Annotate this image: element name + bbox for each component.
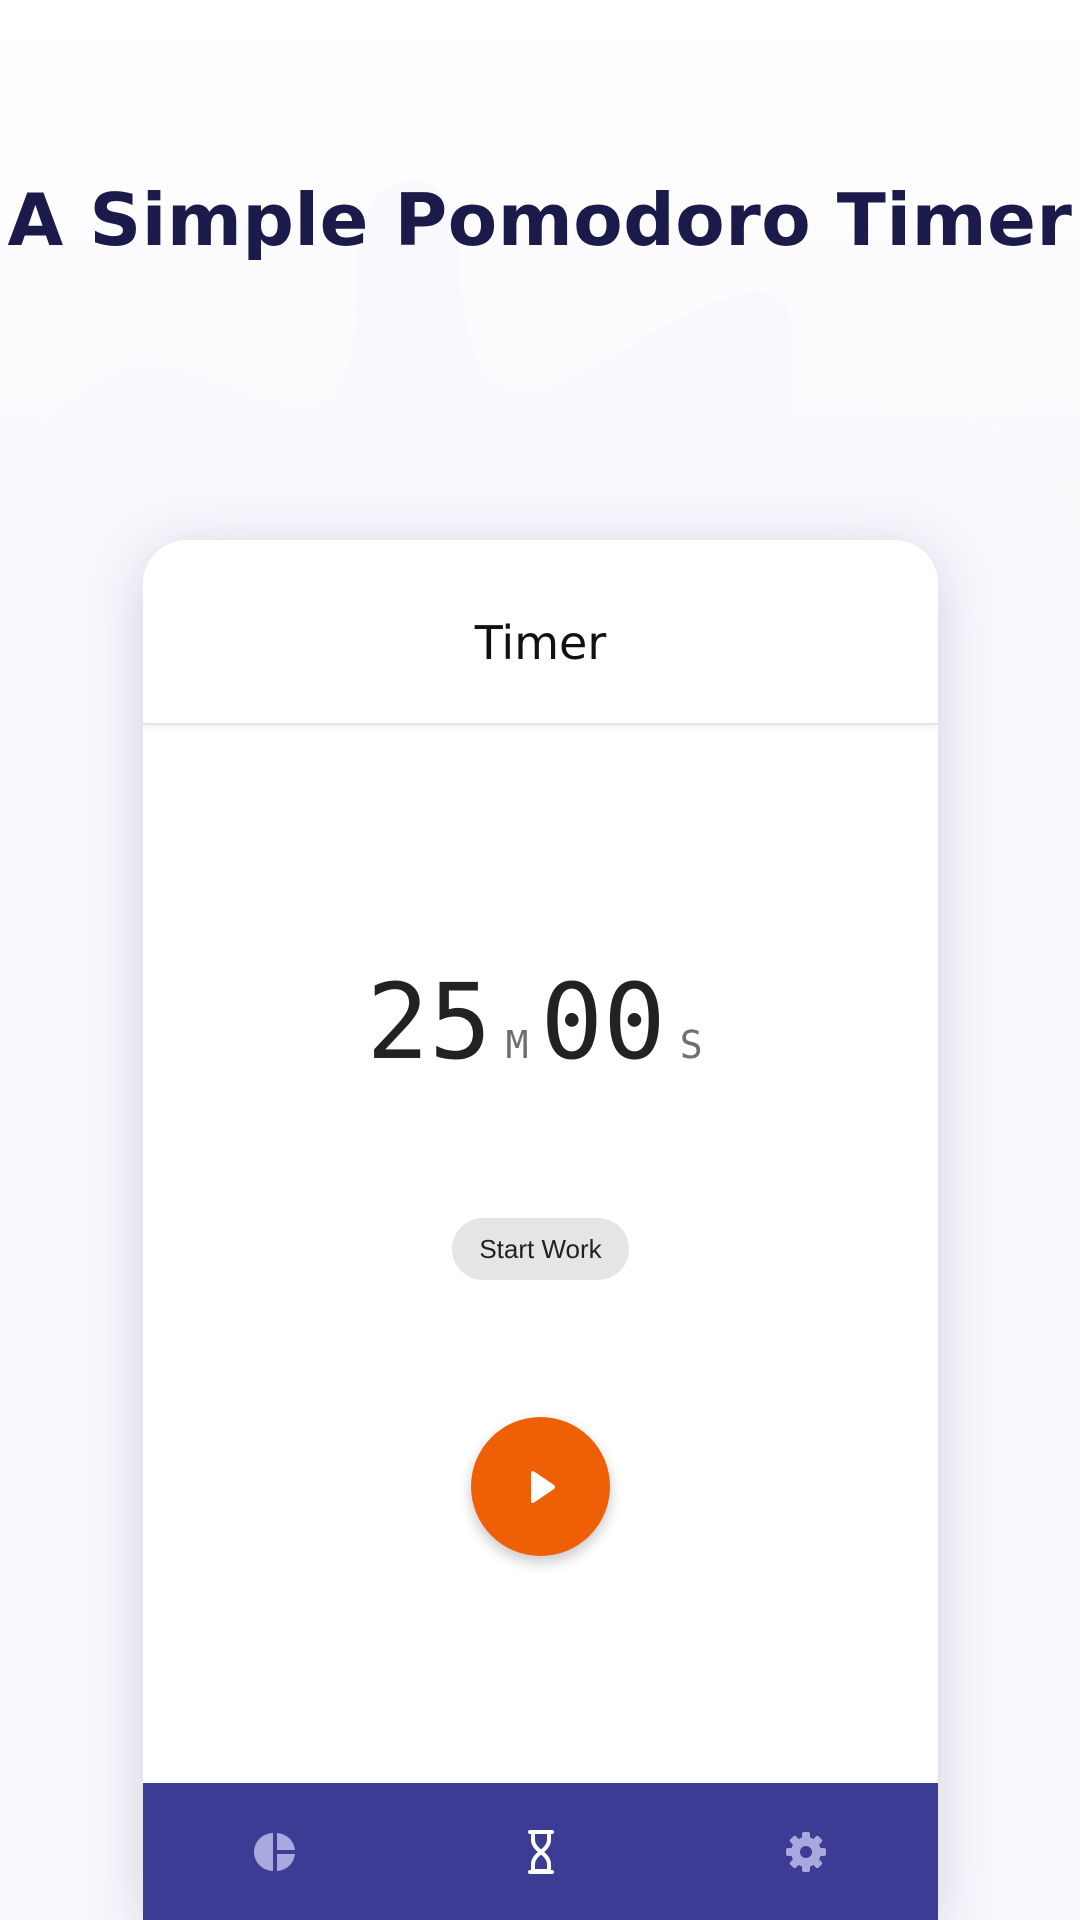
status-chip: Start Work: [452, 1218, 629, 1280]
app-title: Timer: [474, 615, 607, 670]
pie-chart-icon: [253, 1832, 295, 1871]
timer-minutes: 25: [366, 961, 492, 1083]
nav-item-settings[interactable]: [746, 1802, 866, 1902]
timer-readout: 25 M 00 S: [143, 970, 938, 1074]
timer-seconds-unit: S: [679, 1023, 703, 1067]
hourglass-icon: [527, 1829, 554, 1874]
timer-minutes-unit: M: [505, 1023, 529, 1067]
gear-icon: [785, 1831, 826, 1872]
nav-item-statistics[interactable]: [216, 1802, 336, 1902]
play-button[interactable]: [471, 1417, 610, 1556]
play-icon: [530, 1470, 555, 1503]
nav-item-timer[interactable]: [481, 1802, 601, 1902]
page-headline: A Simple Pomodoro Timer: [7, 178, 1073, 262]
app-bar: Timer: [143, 540, 938, 725]
bottom-navigation: [143, 1783, 938, 1920]
timer-seconds: 00: [540, 961, 666, 1083]
app-mockup: Timer 25 M 00 S Start Work: [143, 540, 938, 1920]
